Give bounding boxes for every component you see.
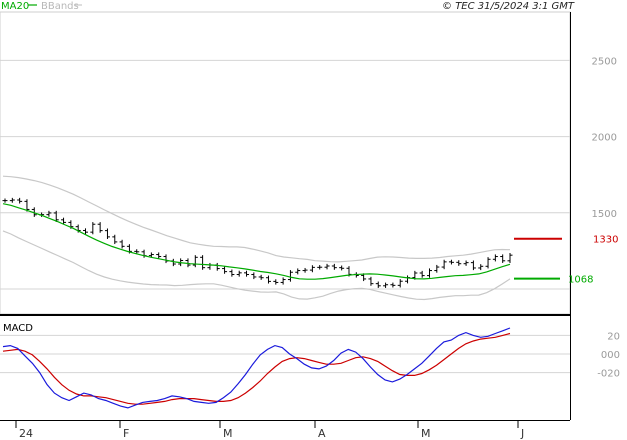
price-bar xyxy=(309,265,315,273)
price-bar xyxy=(163,254,169,264)
price-bar xyxy=(295,268,301,275)
macd-gridlines xyxy=(0,334,570,374)
x-tick-labels: 24 F M A M J xyxy=(15,421,524,440)
price-bar xyxy=(470,260,476,271)
price-bar xyxy=(265,275,271,284)
price-bar xyxy=(251,272,257,280)
price-bar xyxy=(419,270,425,278)
price-bar xyxy=(339,265,345,271)
price-bar xyxy=(434,264,440,273)
price-bar xyxy=(492,254,498,262)
price-tick-label: 1500 xyxy=(592,209,617,220)
macd-tick-label: -020 xyxy=(597,369,620,380)
ma20-line xyxy=(2,203,511,280)
price-bar xyxy=(156,252,162,259)
resistance-level-label: 1330 xyxy=(593,235,618,246)
price-bar xyxy=(426,268,432,278)
ma20-line-group xyxy=(2,203,511,280)
support-resistance-levels xyxy=(514,237,562,280)
price-bar xyxy=(207,262,213,270)
price-bar xyxy=(112,234,118,245)
price-bar xyxy=(324,263,330,270)
macd-signal-line xyxy=(2,332,511,405)
support-level-label: 1068 xyxy=(568,275,593,286)
x-tick-label: A xyxy=(318,427,326,440)
x-tick-label: M xyxy=(223,427,233,440)
price-bar xyxy=(192,255,198,268)
price-tick-label: 2000 xyxy=(592,133,617,144)
price-bar xyxy=(258,274,264,280)
price-bar xyxy=(9,197,15,203)
price-bar xyxy=(229,269,235,277)
price-bar xyxy=(273,279,279,285)
price-bar xyxy=(119,239,125,249)
bband-upper-line xyxy=(2,175,511,263)
price-bar xyxy=(383,282,389,288)
price-bar xyxy=(200,255,206,270)
macd-panel-title: MACD xyxy=(3,323,33,334)
price-bar xyxy=(97,222,103,233)
price-bars xyxy=(2,197,513,288)
price-bar xyxy=(448,259,454,265)
macd-tick-label: 20 xyxy=(607,331,620,342)
price-bar xyxy=(302,267,308,273)
price-bar xyxy=(456,260,462,266)
price-gridlines xyxy=(0,59,570,290)
price-bar xyxy=(222,266,228,274)
price-bar xyxy=(104,228,110,240)
price-bar xyxy=(90,222,96,235)
price-bar xyxy=(331,263,337,270)
price-bar xyxy=(500,254,506,263)
price-bar xyxy=(236,270,242,277)
price-bar xyxy=(390,282,396,288)
macd-line xyxy=(2,327,511,409)
x-tick-label: J xyxy=(520,427,524,440)
macd-tick-label: 000 xyxy=(601,350,620,361)
price-bar xyxy=(280,277,286,285)
price-bar xyxy=(405,275,411,284)
macd-lines xyxy=(2,327,511,409)
price-tick-label: 2500 xyxy=(592,56,617,67)
price-bar xyxy=(507,253,513,263)
stock-chart: 1500 2000 2500 20 000 -020 24 F M A M J MA20 BBand… xyxy=(0,1,620,440)
price-bar xyxy=(397,279,403,288)
price-bar xyxy=(2,198,8,203)
y-tick-labels: 1500 2000 2500 20 000 -020 xyxy=(592,56,620,379)
price-bar xyxy=(17,197,23,204)
price-bar xyxy=(368,276,374,286)
price-bar xyxy=(375,281,381,288)
price-bar xyxy=(46,210,52,217)
x-tick-label: M xyxy=(421,427,431,440)
x-tick-label: 24 xyxy=(19,427,33,440)
price-bar xyxy=(485,257,491,269)
price-bar xyxy=(463,260,469,266)
price-bar xyxy=(287,270,293,282)
price-bar xyxy=(441,259,447,270)
price-bar xyxy=(478,264,484,271)
legend-ma20: MA20 xyxy=(1,1,29,12)
legend-bbands: BBands xyxy=(41,1,79,12)
source-stamp: © TEC 31/5/2024 3:1 GMT xyxy=(442,1,575,12)
bollinger-bands xyxy=(2,175,511,301)
price-bar xyxy=(317,265,323,270)
price-bar xyxy=(214,262,220,271)
x-tick-label: F xyxy=(123,427,129,440)
price-bar xyxy=(244,270,250,277)
